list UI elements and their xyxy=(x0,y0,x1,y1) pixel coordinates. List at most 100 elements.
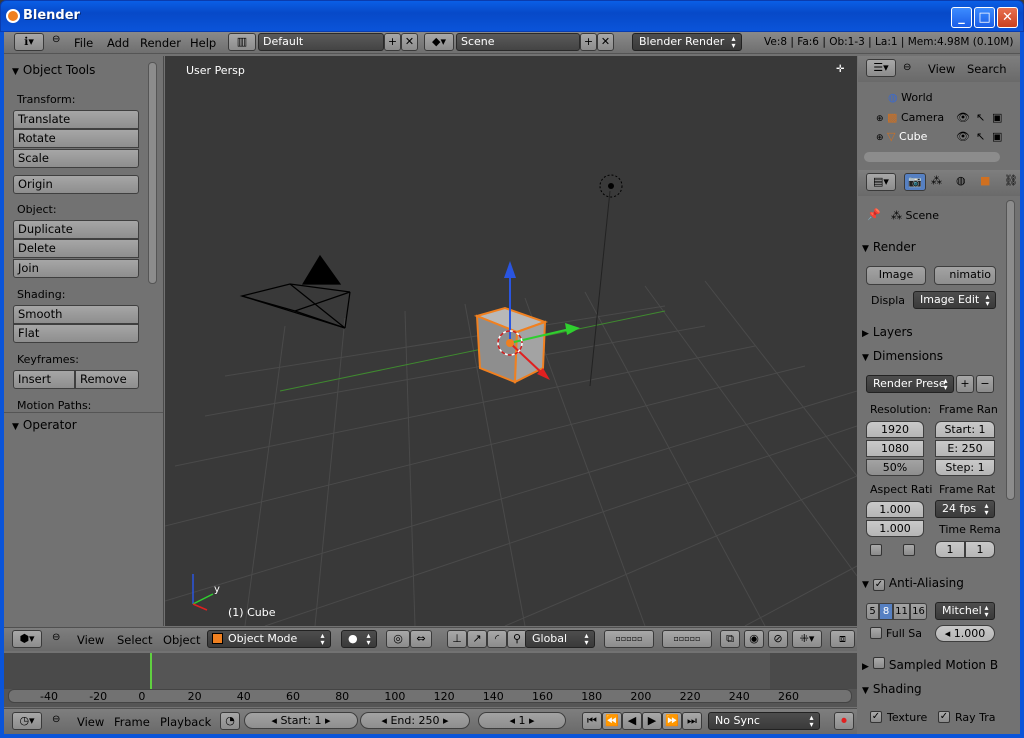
timeline-scrollbar[interactable] xyxy=(8,689,852,703)
display-dropdown[interactable]: Image Edit xyxy=(913,291,996,309)
menu-frame[interactable]: Frame xyxy=(114,715,150,729)
layout-field[interactable]: Default xyxy=(258,33,384,51)
expand-icon[interactable]: ⊕ xyxy=(876,114,884,124)
smooth-button[interactable]: Smooth xyxy=(13,305,139,324)
insert-keyframe-button[interactable]: Insert xyxy=(13,370,75,389)
resolution-y-field[interactable]: 1080 xyxy=(866,440,924,457)
menu-playback[interactable]: Playback xyxy=(160,715,211,729)
layout-remove-button[interactable]: ✕ xyxy=(401,33,418,51)
menu-add[interactable]: Add xyxy=(107,36,129,50)
editor-type-info-icon[interactable]: ℹ▾ xyxy=(14,33,44,51)
outliner-menu-view[interactable]: View xyxy=(928,62,955,76)
mode-dropdown[interactable]: Object Mode xyxy=(207,630,331,648)
flat-button[interactable]: Flat xyxy=(13,324,139,343)
shading-dropdown[interactable]: ● xyxy=(341,630,377,648)
time-new-field[interactable]: 1 xyxy=(965,541,995,558)
menu-render[interactable]: Render xyxy=(140,36,181,50)
outliner-scrollbar[interactable] xyxy=(864,152,1000,162)
camera-render-icon[interactable]: ⧈ xyxy=(830,630,855,648)
object-tab-icon[interactable]: ■ xyxy=(980,174,990,187)
motion-blur-checkbox[interactable] xyxy=(872,657,885,669)
aspect-x-field[interactable]: 1.000 xyxy=(866,501,924,518)
render-camera-icon[interactable]: ▣ xyxy=(992,111,1002,124)
dimensions-panel-header[interactable]: ▼ Dimensions xyxy=(862,349,1000,369)
menu-view[interactable]: View xyxy=(77,633,104,647)
jump-key-prev-icon[interactable]: ⏪ xyxy=(602,712,622,730)
delete-button[interactable]: Delete xyxy=(13,239,139,258)
frame-step-field[interactable]: Step: 1 xyxy=(935,459,995,476)
motion-blur-panel-header[interactable]: ▶ Sampled Motion B xyxy=(862,657,1012,677)
menu-view[interactable]: View xyxy=(77,715,104,729)
render-presets-dropdown[interactable]: Render Prese xyxy=(866,375,954,393)
screen-layout-icon[interactable]: ▥ xyxy=(228,33,256,51)
record-icon[interactable]: ⏺ xyxy=(834,712,854,730)
pivot-icon[interactable]: ◎ xyxy=(386,630,410,648)
editor-type-3d-icon[interactable]: ⬢▾ xyxy=(12,630,42,648)
origin-button[interactable]: Origin xyxy=(13,175,139,194)
scale-button[interactable]: Scale xyxy=(13,149,139,168)
operator-panel-header[interactable]: ▼ Operator xyxy=(12,418,77,432)
render-animation-button[interactable]: nimatio xyxy=(934,266,996,285)
timeline-end-field[interactable]: ◂ End: 250 ▸ xyxy=(360,712,470,729)
tool-shelf-scrollbar[interactable] xyxy=(148,62,157,284)
scene-add-button[interactable]: + xyxy=(580,33,597,51)
aa-sample-5[interactable]: 5 xyxy=(866,603,879,620)
render-only-icon[interactable]: ◉ xyxy=(744,630,764,648)
timeline-start-field[interactable]: ◂ Start: 1 ▸ xyxy=(244,712,358,729)
shading-panel-header[interactable]: ▼ Shading xyxy=(862,682,1000,702)
current-frame-field[interactable]: ◂ 1 ▸ xyxy=(478,712,566,729)
scene-tab-icon[interactable]: ⁂ xyxy=(931,174,942,187)
editor-type-timeline-icon[interactable]: ◷▾ xyxy=(12,712,42,730)
manipulator-translate-icon[interactable]: ⊥ xyxy=(447,630,467,648)
play-reverse-icon[interactable]: ◀ xyxy=(622,712,642,730)
render-engine-dropdown[interactable]: Blender Render xyxy=(632,33,742,51)
editor-type-properties-icon[interactable]: ▤▾ xyxy=(866,173,896,191)
select-arrow-icon[interactable]: ↖ xyxy=(976,111,985,124)
border-checkbox[interactable] xyxy=(870,544,882,556)
sync-dropdown[interactable]: No Sync xyxy=(708,712,820,730)
visibility-eye-icon[interactable]: 👁 xyxy=(956,111,970,124)
editor-type-outliner-icon[interactable]: ☰▾ xyxy=(866,59,896,77)
snap-element-icon[interactable]: ⁜▾ xyxy=(792,630,822,648)
preview-range-icon[interactable]: ◔ xyxy=(220,712,240,730)
aspect-y-field[interactable]: 1.000 xyxy=(866,520,924,537)
aa-sample-16[interactable]: 16 xyxy=(910,603,927,620)
manipulator-toggle-icon[interactable]: ⇔ xyxy=(410,630,432,648)
scene-icon[interactable]: ◆▾ xyxy=(424,33,454,51)
resolution-percent-field[interactable]: 50% xyxy=(866,459,924,476)
frame-end-field[interactable]: E: 250 xyxy=(935,440,995,457)
outliner-item-world[interactable]: ◍ World xyxy=(888,91,933,104)
pin-icon[interactable]: 📌 xyxy=(867,208,881,221)
snap-icon[interactable]: ⊘ xyxy=(768,630,788,648)
menu-file[interactable]: File xyxy=(74,36,93,50)
select-arrow-icon[interactable]: ↖ xyxy=(976,130,985,143)
constraints-tab-icon[interactable]: ⛓ xyxy=(1004,174,1018,187)
render-camera-icon[interactable]: ▣ xyxy=(992,130,1002,143)
lock-layers-icon[interactable]: ⧉ xyxy=(720,630,740,648)
remove-keyframe-button[interactable]: Remove xyxy=(75,370,139,389)
close-button[interactable]: ✕ xyxy=(997,7,1018,28)
full-sample-checkbox[interactable] xyxy=(870,627,882,639)
play-icon[interactable]: ▶ xyxy=(642,712,662,730)
render-panel-header[interactable]: ▼ Render xyxy=(862,240,1000,260)
layers-grid-b[interactable]: ▫▫▫▫▫ xyxy=(662,630,712,648)
manipulator-extra-icon[interactable]: ⚲ xyxy=(507,630,527,648)
anti-aliasing-panel-header[interactable]: ▼ ✓ Anti-Aliasing xyxy=(862,576,1000,596)
menu-select[interactable]: Select xyxy=(117,633,152,647)
collapse-icon[interactable]: ⊖ xyxy=(52,34,60,45)
jump-end-icon[interactable]: ⏭ xyxy=(682,712,702,730)
layout-add-button[interactable]: + xyxy=(384,33,401,51)
layers-grid-a[interactable]: ▫▫▫▫▫ xyxy=(604,630,654,648)
expand-icon[interactable]: ⊕ xyxy=(876,133,884,143)
scene-field[interactable]: Scene xyxy=(456,33,580,51)
render-image-button[interactable]: Image xyxy=(866,266,926,285)
texture-checkbox[interactable]: ✓ xyxy=(870,711,882,723)
raytrace-checkbox[interactable]: ✓ xyxy=(938,711,950,723)
menu-help[interactable]: Help xyxy=(190,36,216,50)
aa-sample-8[interactable]: 8 xyxy=(879,603,893,620)
menu-object[interactable]: Object xyxy=(163,633,200,647)
outliner-menu-search[interactable]: Search xyxy=(967,62,1007,76)
manipulator-rotate-icon[interactable]: ↗ xyxy=(467,630,487,648)
layers-panel-header[interactable]: ▶ Layers xyxy=(862,325,1000,345)
outliner-item-cube[interactable]: ⊕ ▽ Cube 👁 ↖ ▣ xyxy=(876,130,1002,143)
